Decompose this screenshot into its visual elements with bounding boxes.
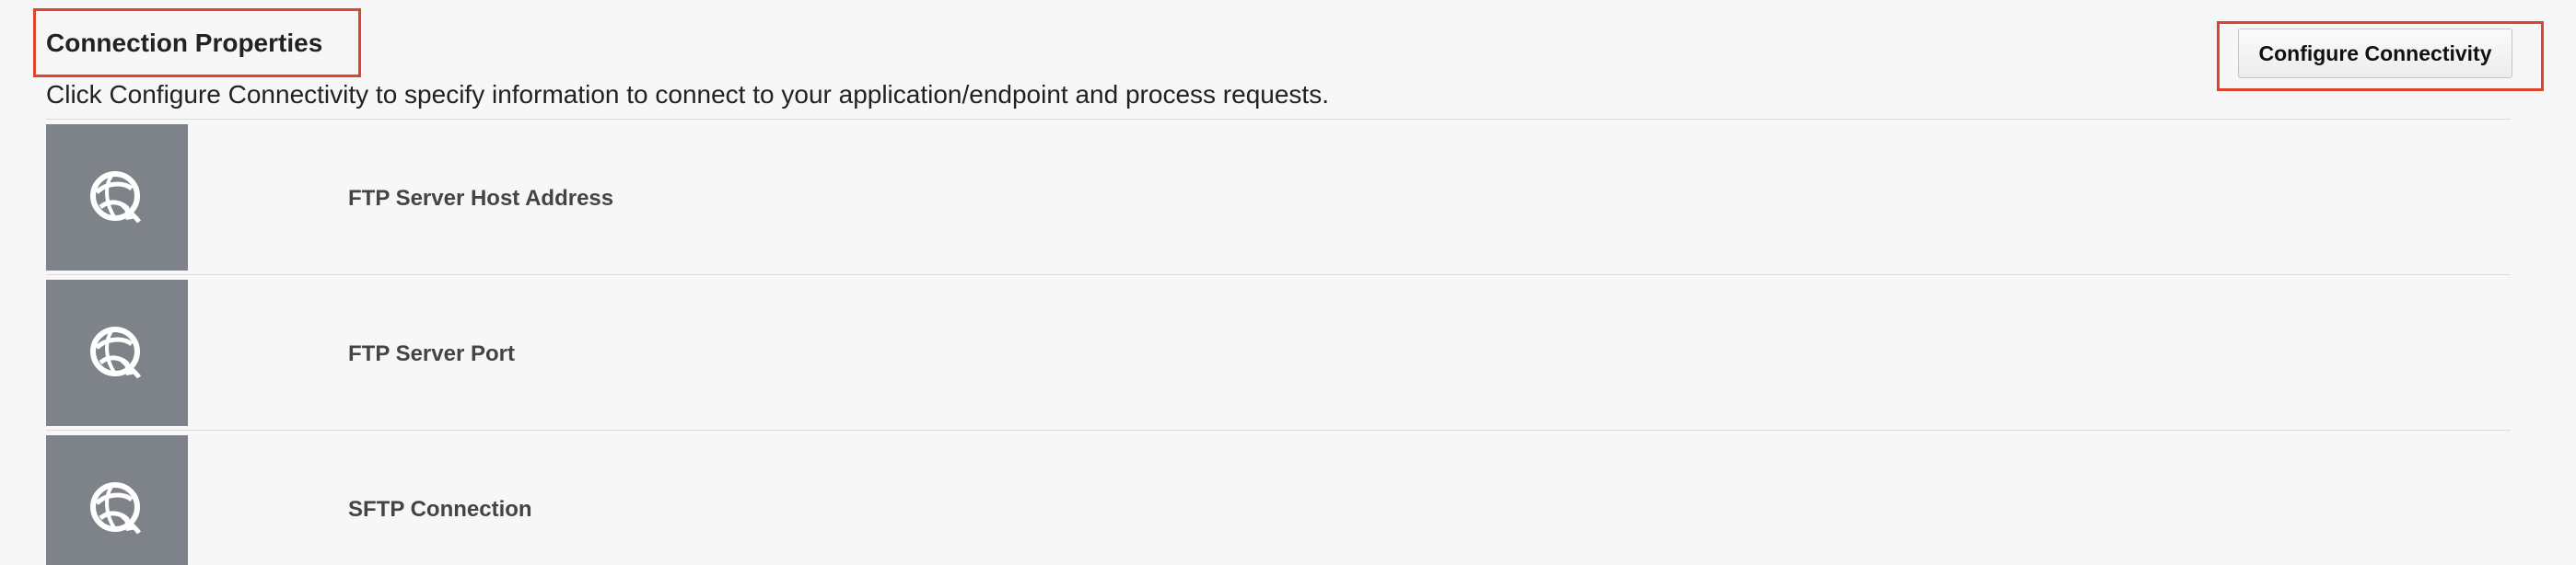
connection-property-list: FTP Server Host Address FTP Server Port [46, 119, 2511, 565]
section-description: Click Configure Connectivity to specify … [46, 80, 1329, 109]
property-row-sftp-connection: SFTP Connection [46, 430, 2511, 565]
configure-connectivity-button[interactable]: Configure Connectivity [2238, 29, 2512, 78]
property-label: FTP Server Port [348, 341, 515, 366]
connectivity-globe-icon [46, 280, 188, 426]
section-title: Connection Properties [46, 29, 323, 57]
connection-properties-page: Connection Properties Click Configure Co… [0, 0, 2576, 565]
property-row-ftp-host: FTP Server Host Address [46, 119, 2511, 274]
connectivity-globe-icon [46, 124, 188, 271]
property-label: SFTP Connection [348, 497, 532, 522]
property-row-ftp-port: FTP Server Port [46, 274, 2511, 430]
property-label: FTP Server Host Address [348, 186, 614, 211]
connectivity-globe-icon [46, 435, 188, 565]
